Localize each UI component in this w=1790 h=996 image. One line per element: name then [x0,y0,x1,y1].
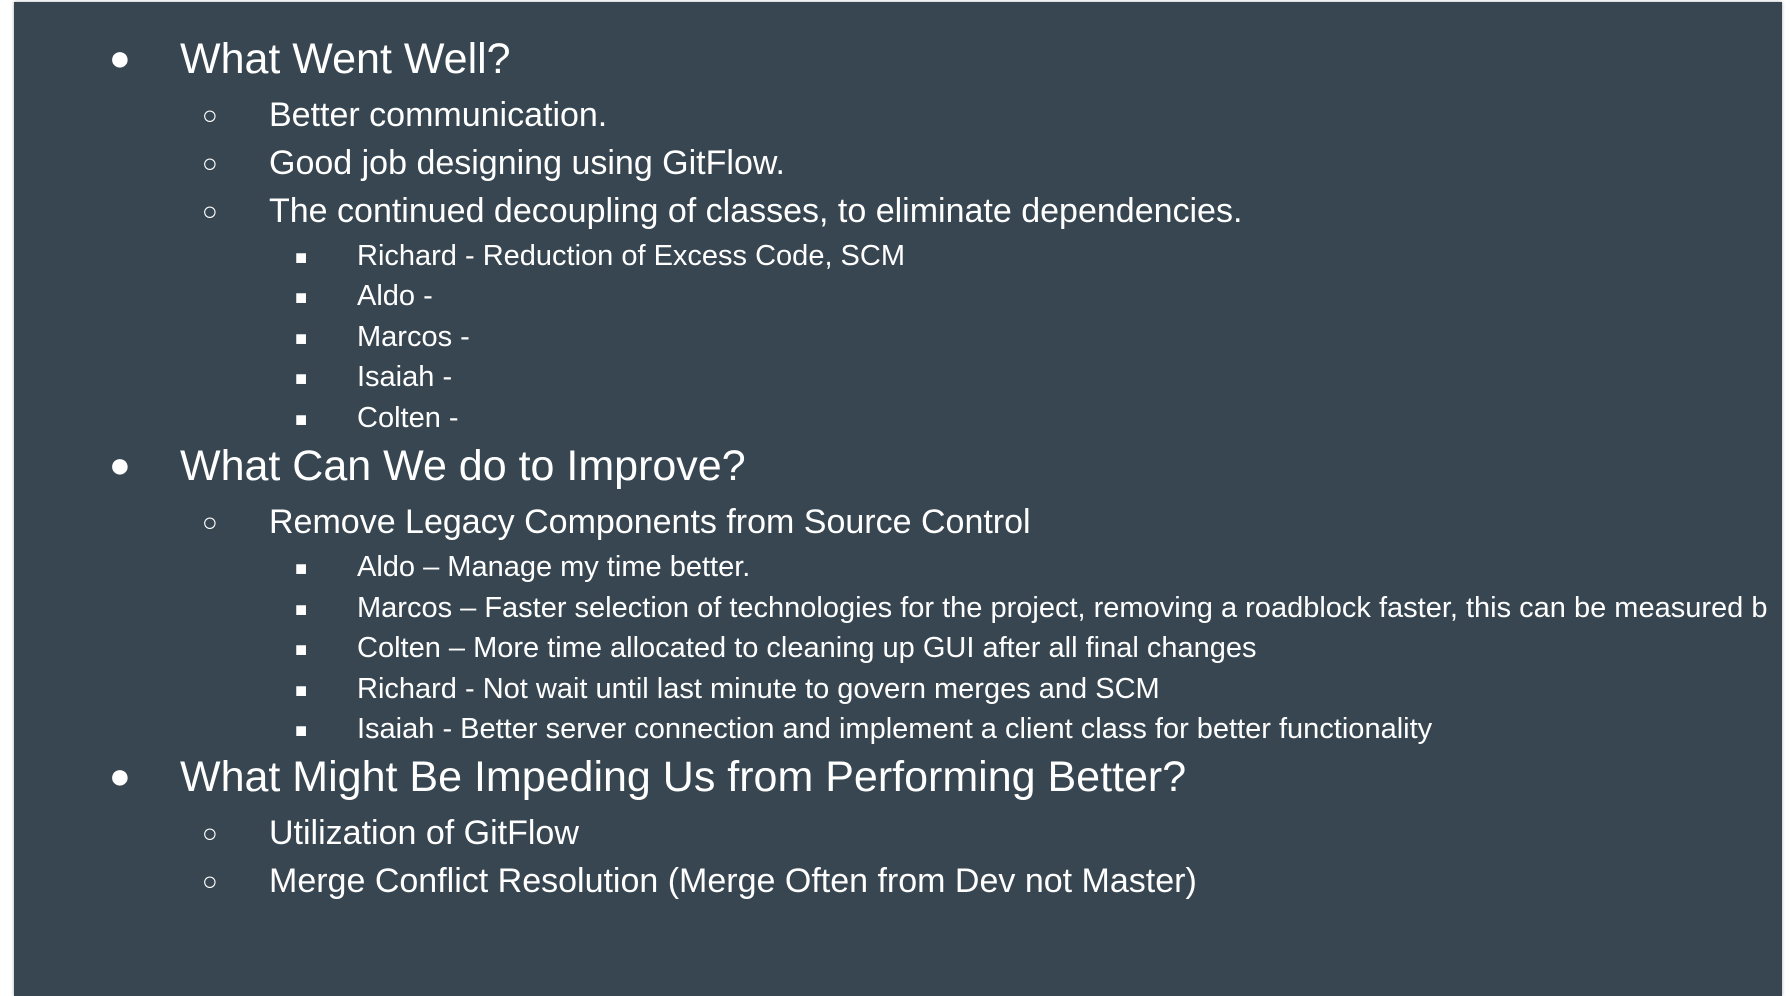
list-item-text: Merge Conflict Resolution (Merge Often f… [269,862,1197,900]
bullet-square-icon: ■ [295,680,308,702]
bullet-filled-circle-icon: ● [109,37,131,78]
bullet-square-icon: ■ [295,328,308,350]
bullet-square-icon: ■ [295,720,308,742]
bullet-filled-circle-icon: ● [109,444,131,485]
sub-list-item-text: Marcos - [357,321,470,353]
section-heading: What Might Be Impeding Us from Performin… [180,753,1187,801]
sub-list-item-text: Colten – More time allocated to cleaning… [357,632,1257,664]
bullet-square-icon: ■ [295,599,308,621]
section-heading: What Went Well? [180,35,511,83]
bullet-square-icon: ■ [295,368,308,390]
list-item-text: The continued decoupling of classes, to … [269,192,1243,230]
bullet-square-icon: ■ [295,287,308,309]
bullet-filled-circle-icon: ● [109,755,131,796]
sub-list-item-text: Isaiah - [357,361,453,393]
sub-list-item-text: Aldo - [357,280,433,312]
bullet-hollow-circle-icon: ○ [202,818,218,848]
bullet-square-icon: ■ [295,247,308,269]
bullet-square-icon: ■ [295,639,308,661]
list-item-text: Utilization of GitFlow [269,814,579,852]
sub-list-item-text: Aldo – Manage my time better. [357,551,751,583]
list-item-text: Better communication. [269,96,608,134]
list-item-text: Remove Legacy Components from Source Con… [269,503,1031,541]
sub-list-item-text: Colten - [357,402,459,434]
bullet-hollow-circle-icon: ○ [202,100,218,130]
bullet-hollow-circle-icon: ○ [202,196,218,226]
sub-list-item-text: Marcos – Faster selection of technologie… [357,592,1768,624]
sub-list-item-text: Richard - Not wait until last minute to … [357,673,1160,705]
bullet-square-icon: ■ [295,558,308,580]
list-item-text: Good job designing using GitFlow. [269,144,785,182]
sub-list-item-text: Isaiah - Better server connection and im… [357,713,1433,745]
bullet-hollow-circle-icon: ○ [202,866,218,896]
section-heading: What Can We do to Improve? [180,442,746,490]
bullet-hollow-circle-icon: ○ [202,507,218,537]
bullet-hollow-circle-icon: ○ [202,148,218,178]
sub-list-item-text: Richard - Reduction of Excess Code, SCM [357,240,905,272]
slide: ● What Went Well? ○ Better communication… [14,2,1782,996]
bullet-square-icon: ■ [295,409,308,431]
